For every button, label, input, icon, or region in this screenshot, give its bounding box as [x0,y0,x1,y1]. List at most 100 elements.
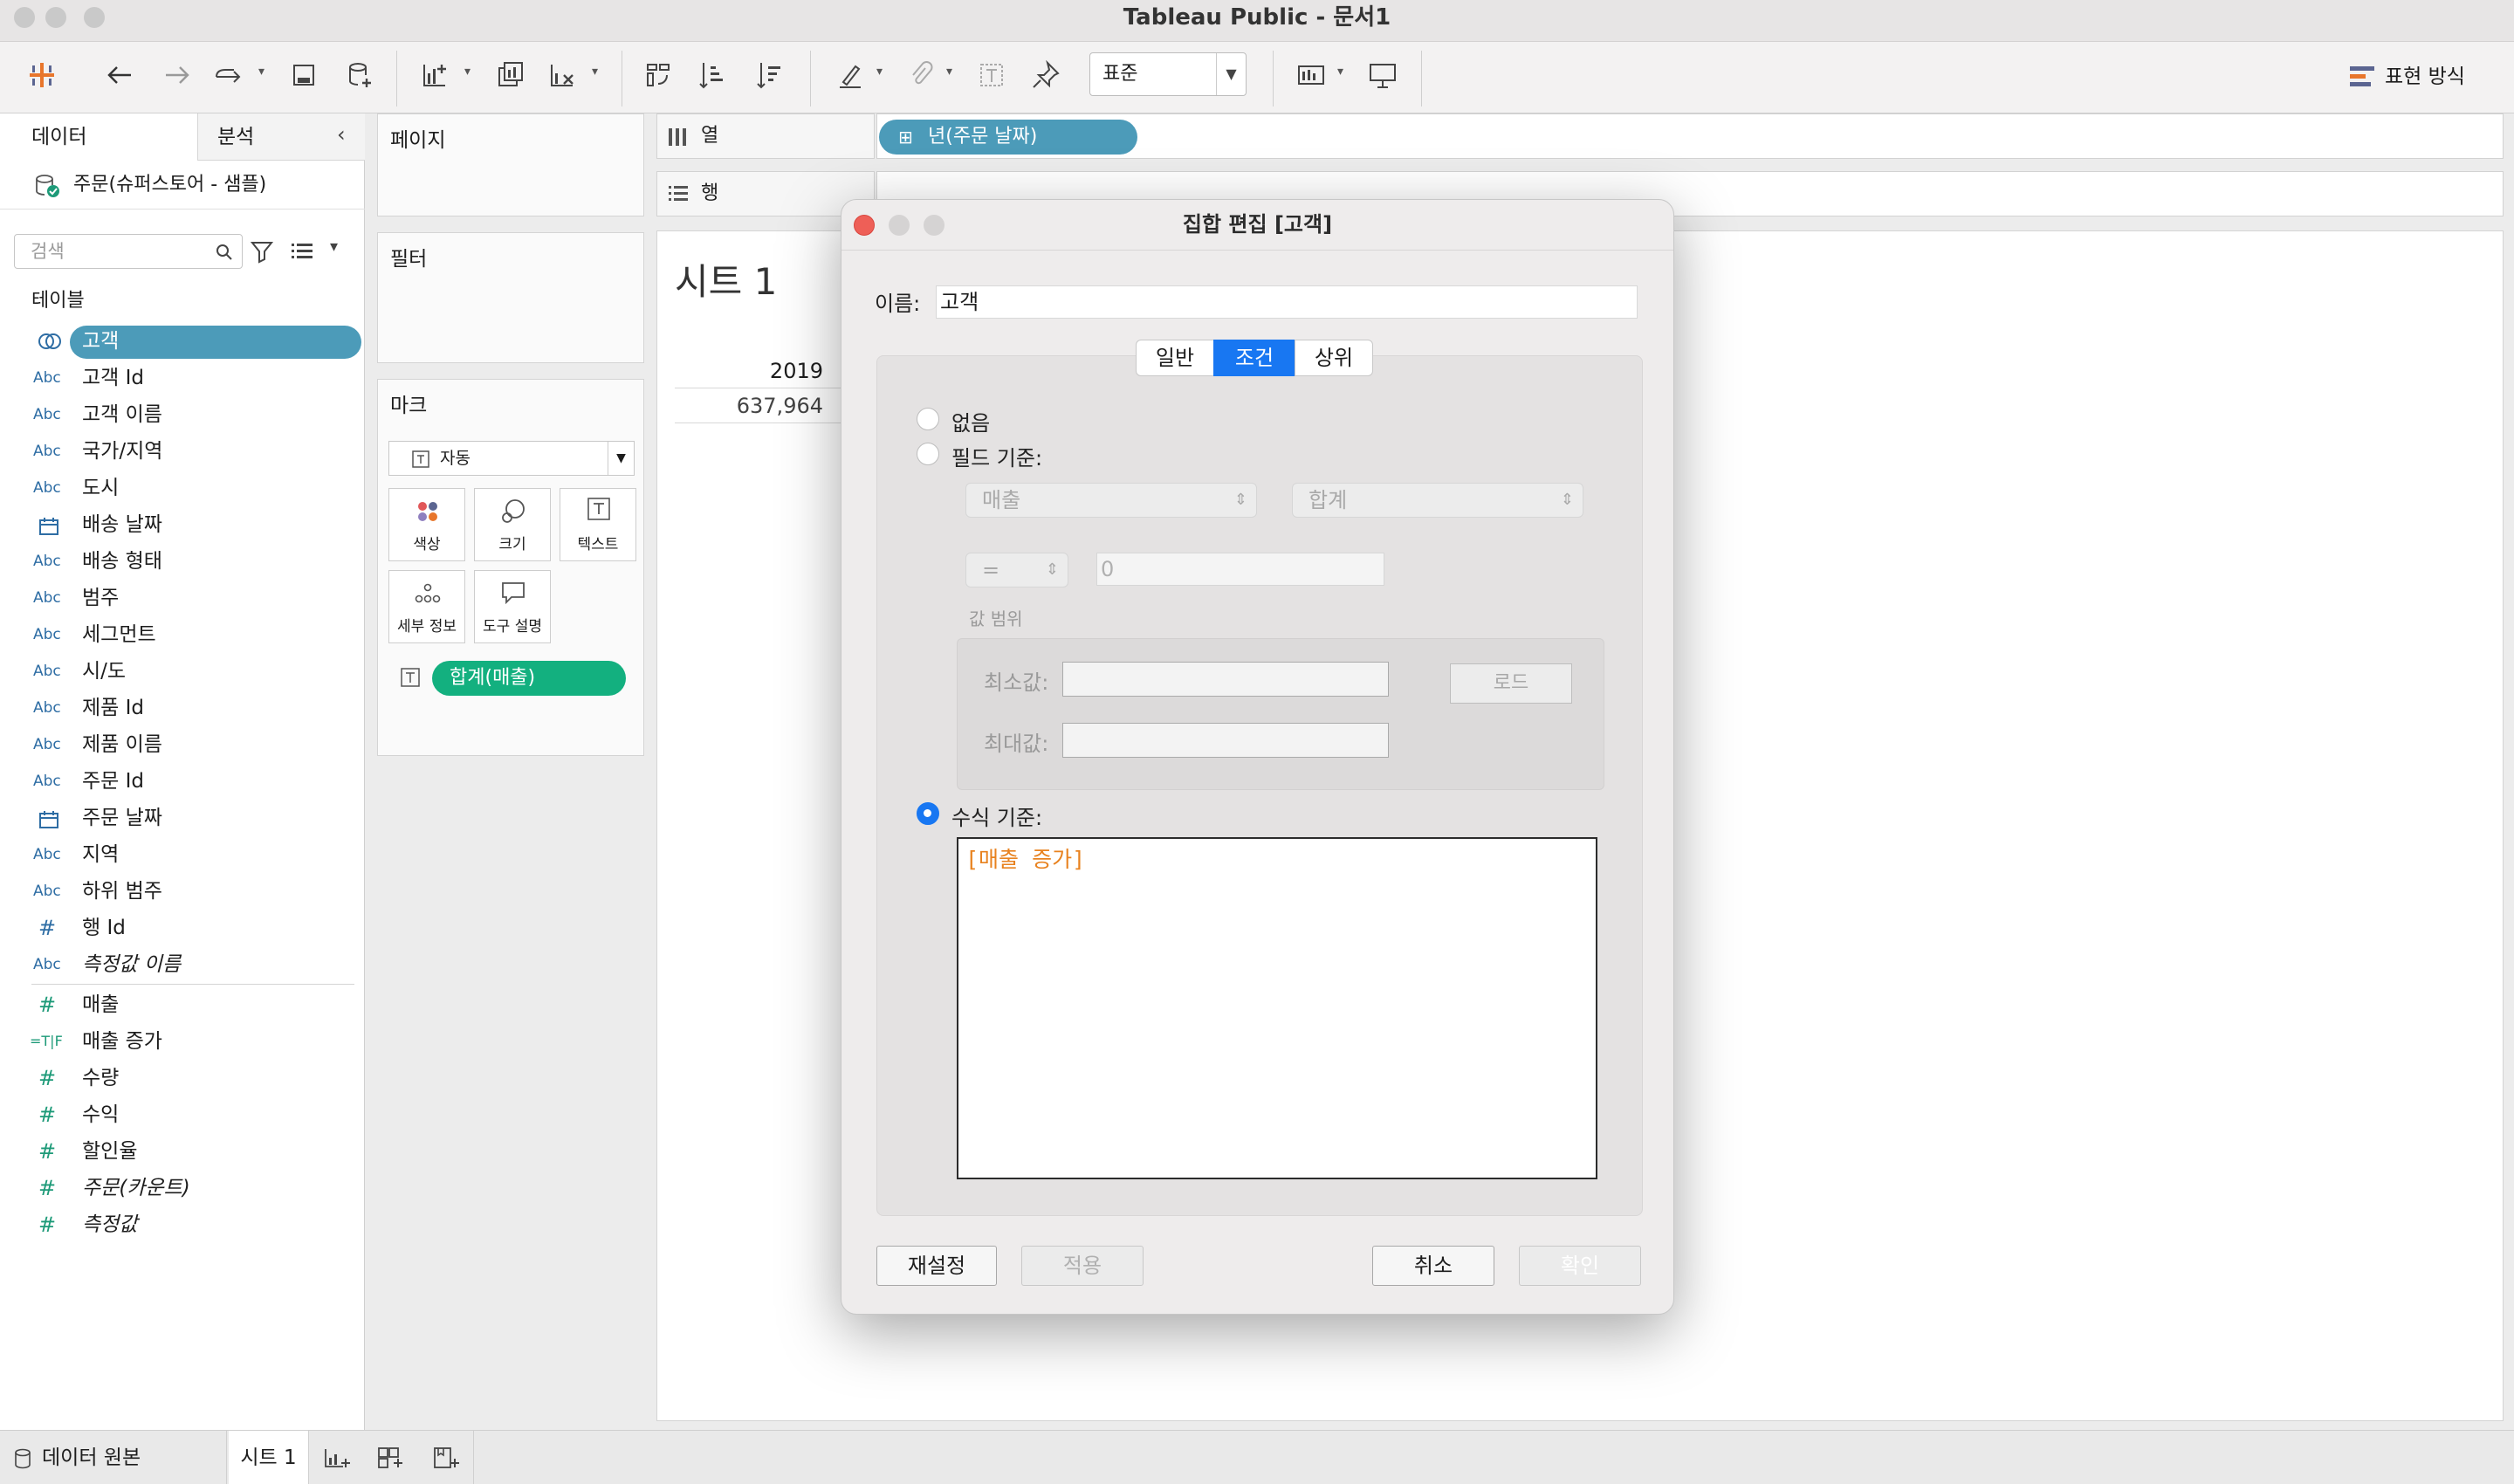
tooltip-mark-button[interactable]: 도구 설명 [474,570,551,643]
field-item[interactable]: Abc 고객 이름 [0,396,365,433]
new-datasource-icon[interactable] [340,56,379,94]
chevron-down-icon[interactable]: ▾ [592,65,606,79]
show-cards-icon[interactable] [1292,56,1330,94]
range-label: 값 범위 [969,608,1023,629]
cancel-button[interactable]: 취소 [1372,1246,1494,1286]
chevron-down-icon[interactable]: ▾ [1337,65,1351,79]
tab-general[interactable]: 일반 [1136,340,1214,376]
formula-editor[interactable]: [매출 증가] [957,837,1597,1179]
size-mark-button[interactable]: 크기 [474,488,551,561]
field-item[interactable]: Abc 세그먼트 [0,616,365,653]
save-icon[interactable] [285,56,323,94]
pages-shelf[interactable]: 페이지 [377,113,644,216]
load-button[interactable]: 로드 [1450,663,1572,704]
year-order-date-pill[interactable]: ⊞ 년(주문 날짜) [879,120,1137,155]
value-input[interactable]: 0 [1096,553,1384,586]
highlight-pen-icon[interactable] [831,56,869,94]
field-item[interactable]: Abc 배송 형태 [0,543,365,580]
show-mark-labels-icon[interactable] [972,56,1011,94]
datasource-tab[interactable]: 데이터 원본 [0,1431,227,1484]
redo-replay-icon[interactable] [210,56,248,94]
field-item[interactable]: Abc 제품 이름 [0,726,365,763]
field-item[interactable]: # 매출 [0,986,365,1023]
field-item[interactable]: # 수익 [0,1096,365,1133]
dialog-close-button[interactable] [854,215,875,236]
swap-rows-columns-icon[interactable] [639,56,677,94]
field-select[interactable]: 매출 ⇕ [965,483,1257,518]
tab-top[interactable]: 상위 [1295,340,1373,376]
forward-arrow-icon[interactable] [157,56,196,94]
pin-icon[interactable] [1027,56,1065,94]
none-radio[interactable] [917,408,939,430]
field-item[interactable]: Abc 도시 [0,470,365,506]
dialog-minimize-button[interactable] [889,215,910,236]
field-item[interactable]: 배송 날짜 [0,506,365,543]
chevron-down-icon[interactable]: ▾ [464,65,478,79]
color-mark-button[interactable]: 색상 [388,488,465,561]
field-item[interactable]: Abc 제품 Id [0,690,365,726]
clear-sheet-icon[interactable] [543,56,581,94]
tab-condition[interactable]: 조건 [1213,340,1295,376]
sort-ascending-icon[interactable] [693,56,732,94]
max-input[interactable] [1062,723,1389,758]
dialog-zoom-button[interactable] [924,215,944,236]
sheet-tab[interactable]: 시트 1 [229,1431,309,1484]
by-field-radio[interactable] [917,443,939,465]
filters-shelf[interactable]: 필터 [377,232,644,363]
detail-mark-button[interactable]: 세부 정보 [388,570,465,643]
new-story-icon[interactable] [433,1446,461,1471]
field-item[interactable]: # 할인율 [0,1133,365,1170]
field-item[interactable]: Abc 지역 [0,836,365,873]
name-input[interactable]: 고객 [936,285,1638,319]
abc-icon: Abc [33,663,61,680]
duplicate-sheet-icon[interactable] [491,56,529,94]
sort-descending-icon[interactable] [751,56,789,94]
field-item[interactable]: =T|F 매출 증가 [0,1023,365,1060]
field-item[interactable]: Abc 범주 [0,580,365,616]
updown-arrows-icon: ⇕ [1233,491,1247,509]
min-input[interactable] [1062,662,1389,697]
columns-shelf[interactable]: ⊞ 년(주문 날짜) [876,113,2504,159]
filter-icon[interactable] [250,239,274,264]
field-item[interactable]: 주문 날짜 [0,800,365,836]
new-worksheet-icon[interactable] [323,1446,351,1471]
field-item[interactable]: # 행 Id [0,910,365,946]
field-item[interactable]: Abc 국가/지역 [0,433,365,470]
label-mark-button[interactable]: 텍스트 [560,488,636,561]
chevron-down-icon[interactable]: ▾ [330,237,338,256]
field-item[interactable]: # 수량 [0,1060,365,1096]
field-item[interactable]: Abc 하위 범주 [0,873,365,910]
list-view-icon[interactable] [292,241,314,262]
apply-button[interactable]: 적용 [1021,1246,1144,1286]
operator-select[interactable]: = ⇕ [965,553,1068,587]
aggregation-select[interactable]: 합계 ⇕ [1292,483,1583,518]
sum-sales-pill[interactable]: 합계(매출) [432,661,626,696]
chevron-down-icon[interactable]: ▾ [258,65,272,79]
new-worksheet-icon[interactable] [416,56,454,94]
search-field[interactable]: 검색 [14,234,243,269]
field-item[interactable]: 고객 [0,323,365,360]
field-item[interactable]: Abc 측정값 이름 [0,946,365,983]
field-item[interactable]: Abc 고객 Id [0,360,365,396]
color-icon [418,502,437,521]
reset-button[interactable]: 재설정 [876,1246,997,1286]
by-formula-radio[interactable] [917,802,939,825]
field-item[interactable]: Abc 주문 Id [0,763,365,800]
field-item[interactable]: # 측정값 [0,1206,365,1243]
tab-data[interactable]: 데이터 [0,113,197,161]
fit-select[interactable]: 표준 ▼ [1089,52,1247,96]
presentation-mode-icon[interactable] [1363,56,1402,94]
field-item[interactable]: Abc 시/도 [0,653,365,690]
chevron-down-icon[interactable]: ▾ [946,65,960,79]
field-item[interactable]: # 주문(카운트) [0,1170,365,1206]
group-paperclip-icon[interactable] [901,56,939,94]
back-arrow-icon[interactable] [101,56,140,94]
new-dashboard-icon[interactable] [377,1446,405,1471]
collapse-pane-icon[interactable]: ‹ [337,122,346,147]
mark-type-select[interactable]: 자동 ▼ [388,441,635,476]
tableau-logo-icon[interactable] [23,56,61,94]
ok-button[interactable]: 확인 [1519,1246,1641,1286]
show-me-button[interactable]: 표현 방식 [2348,59,2497,94]
chevron-down-icon[interactable]: ▾ [876,65,890,79]
datasource-row[interactable]: 주문(슈퍼스토어 - 샘플) [0,161,365,210]
